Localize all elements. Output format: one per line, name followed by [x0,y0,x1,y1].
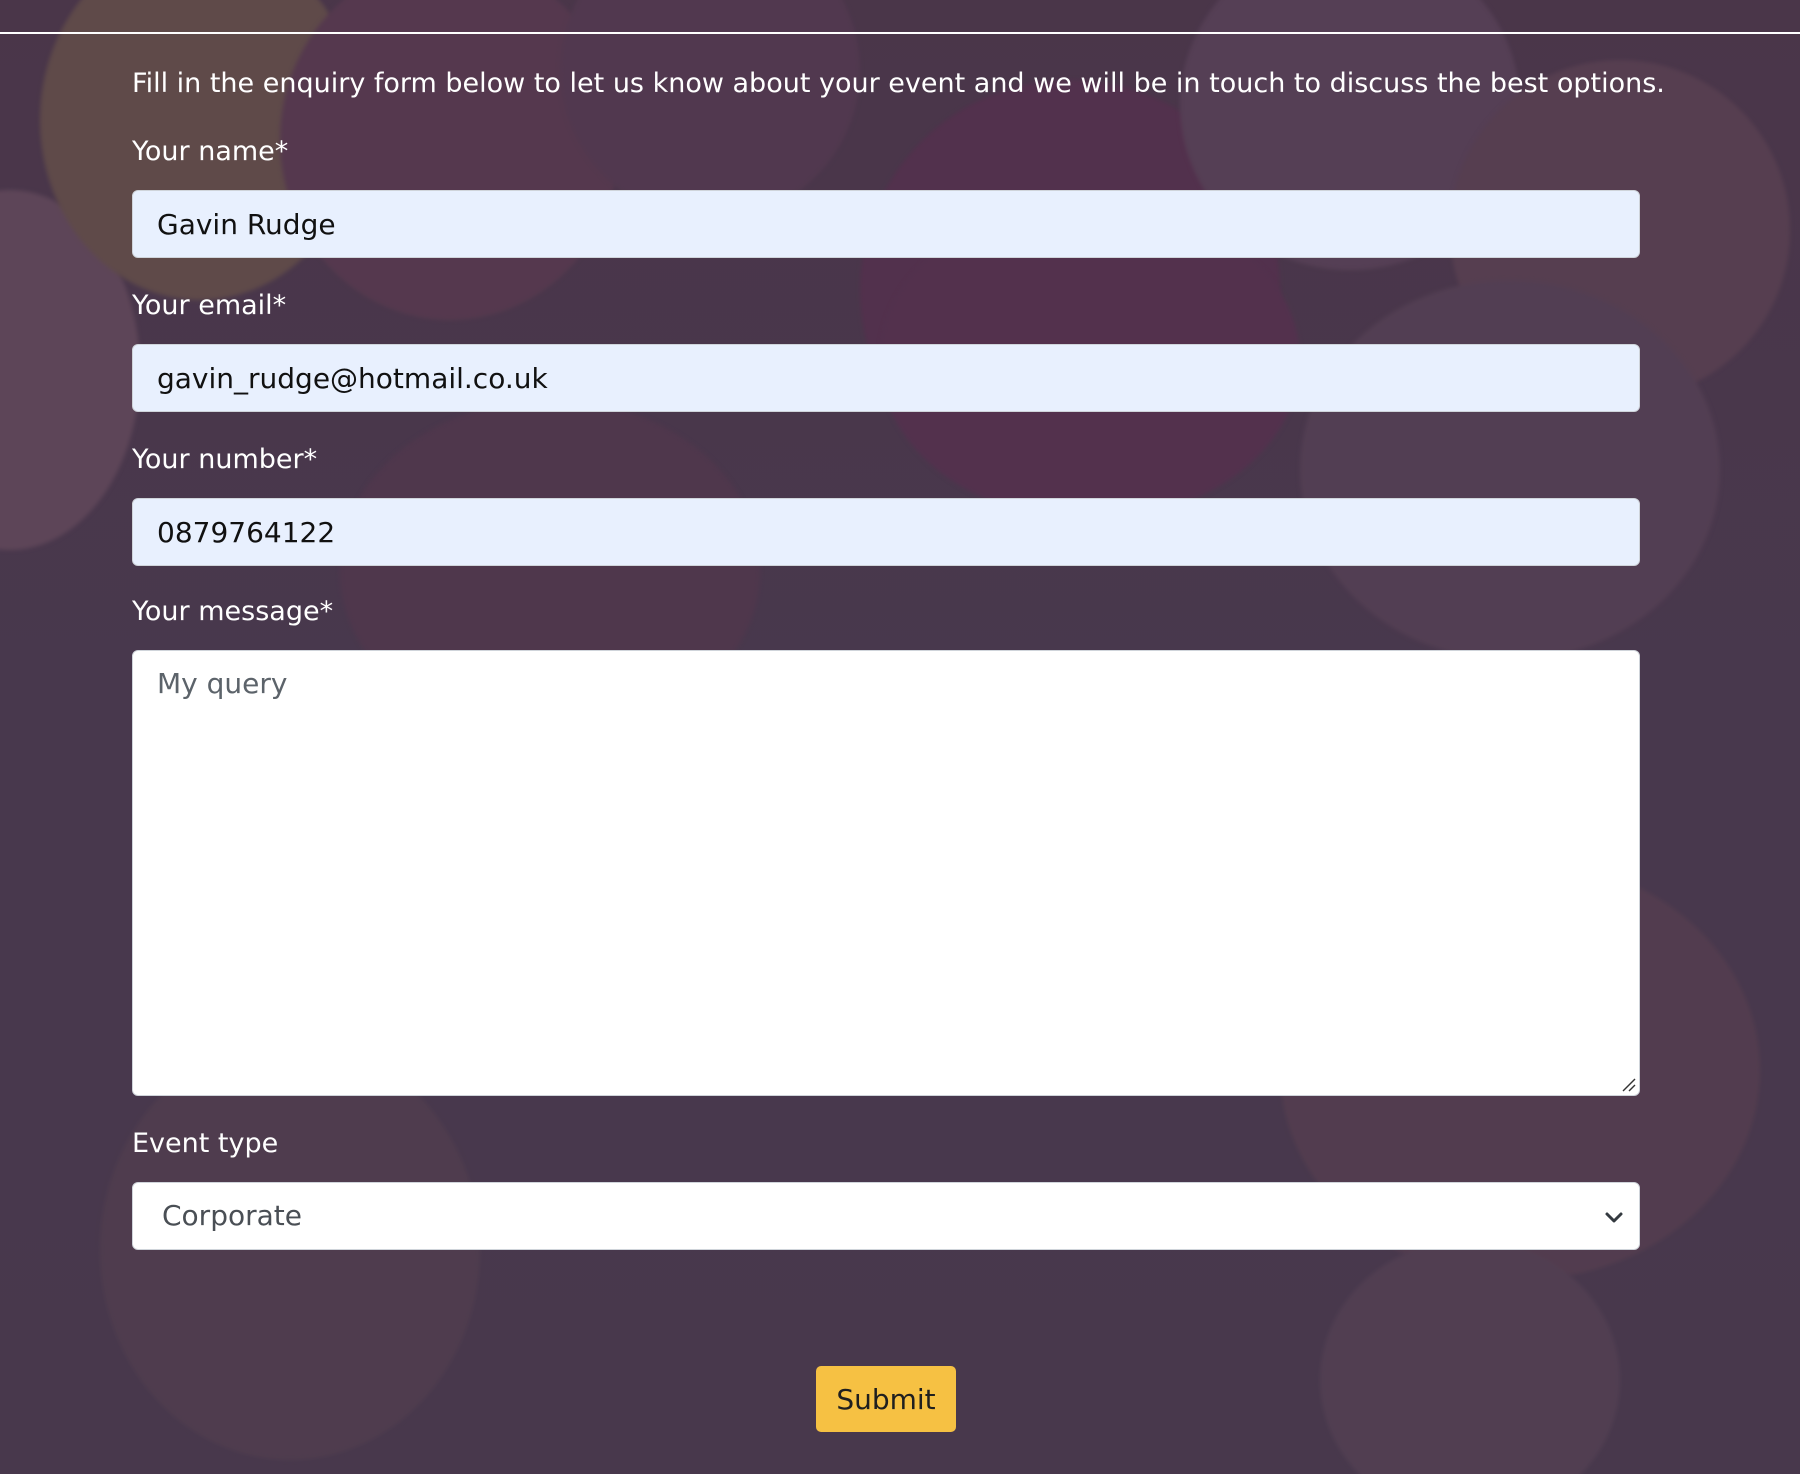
message-textarea[interactable] [132,650,1640,1096]
section-divider [0,32,1800,34]
event-type-select[interactable]: Corporate [132,1182,1640,1250]
form-intro-text: Fill in the enquiry form below to let us… [132,68,1665,99]
name-label: Your name* [132,136,289,167]
event-type-label: Event type [132,1128,279,1159]
submit-button[interactable]: Submit [816,1366,956,1432]
number-input[interactable] [132,498,1640,566]
email-input[interactable] [132,344,1640,412]
name-input[interactable] [132,190,1640,258]
number-label: Your number* [132,444,318,475]
message-label: Your message* [132,596,334,627]
event-type-selected-value: Corporate [162,1199,302,1232]
chevron-down-icon [1605,1212,1623,1223]
email-label: Your email* [132,290,287,321]
resize-grip-icon[interactable] [1620,1076,1636,1092]
